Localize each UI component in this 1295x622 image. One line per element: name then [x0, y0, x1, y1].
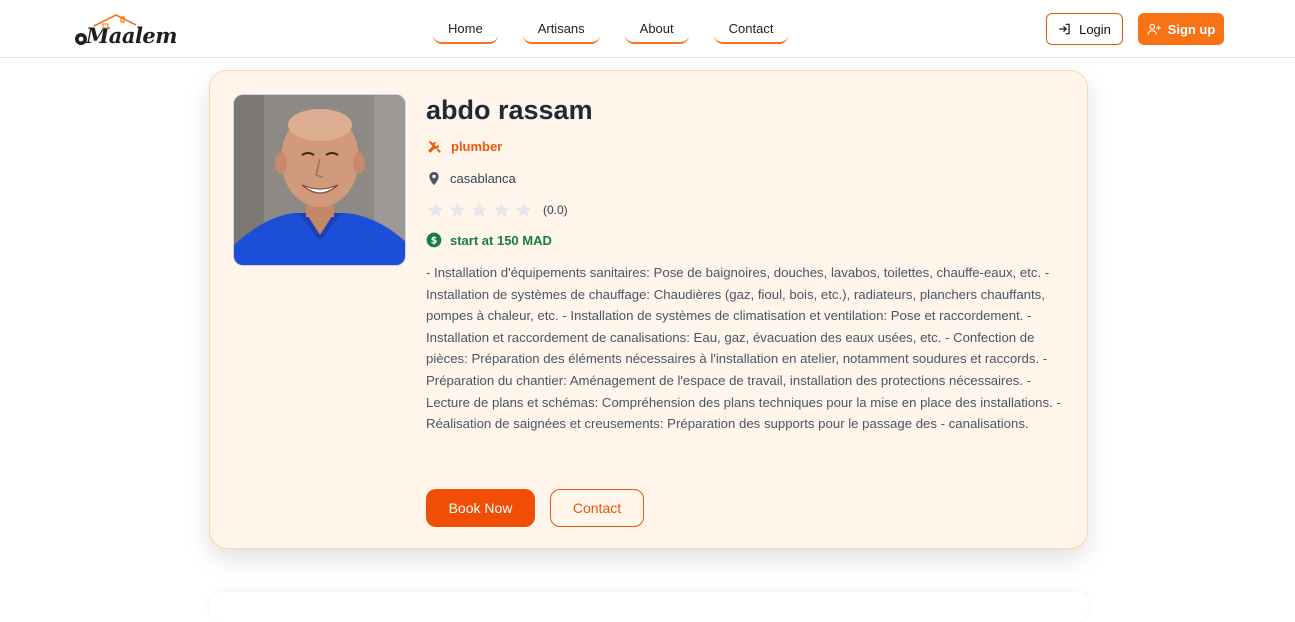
navbar: Maalem Home Artisans About Contact Login… — [0, 0, 1295, 58]
profession-row: plumber — [426, 138, 502, 155]
book-now-button[interactable]: Book Now — [426, 489, 535, 527]
user-plus-icon — [1147, 23, 1161, 35]
svg-text:$: $ — [431, 235, 438, 246]
contact-button[interactable]: Contact — [550, 489, 644, 527]
nav-home[interactable]: Home — [433, 14, 498, 44]
artisan-portrait-image — [234, 95, 405, 265]
artisan-name: abdo rassam — [426, 95, 593, 125]
house-logo-icon — [75, 14, 137, 45]
city-label: casablanca — [450, 171, 516, 186]
profession-label: plumber — [451, 139, 503, 154]
star-icon — [494, 202, 509, 217]
login-label: Login — [1079, 21, 1111, 37]
star-icon — [472, 202, 487, 217]
nav-artisans[interactable]: Artisans — [522, 14, 600, 44]
nav-contact[interactable]: Contact — [713, 14, 789, 44]
signup-button[interactable]: Sign up — [1138, 13, 1224, 45]
star-icon — [428, 202, 443, 217]
price-row: $ start at 150 MAD — [426, 232, 552, 248]
rating-value: (0.0) — [543, 203, 568, 217]
tools-icon — [428, 140, 441, 153]
star-icon — [516, 202, 531, 217]
location-row: casablanca — [426, 170, 516, 187]
price-label: start at 150 MAD — [450, 232, 552, 248]
dollar-circle-icon: $ — [426, 232, 442, 248]
brand-logo[interactable]: Maalem — [74, 12, 178, 48]
next-card-edge — [209, 592, 1088, 622]
star-icon — [450, 202, 465, 217]
login-icon — [1059, 23, 1070, 35]
rating-row: (0.0) — [426, 201, 568, 219]
artisan-description: - Installation d'équipements sanitaires:… — [426, 265, 1061, 432]
nav-about[interactable]: About — [624, 14, 689, 44]
main-nav: Home Artisans About Contact — [433, 14, 789, 44]
map-pin-icon — [429, 171, 439, 186]
artisan-profile-card: abdo rassam plumber casablanca (0.0) $ s… — [209, 70, 1088, 549]
login-button[interactable]: Login — [1046, 13, 1123, 45]
artisan-photo — [233, 94, 406, 266]
signup-label: Sign up — [1167, 21, 1216, 37]
